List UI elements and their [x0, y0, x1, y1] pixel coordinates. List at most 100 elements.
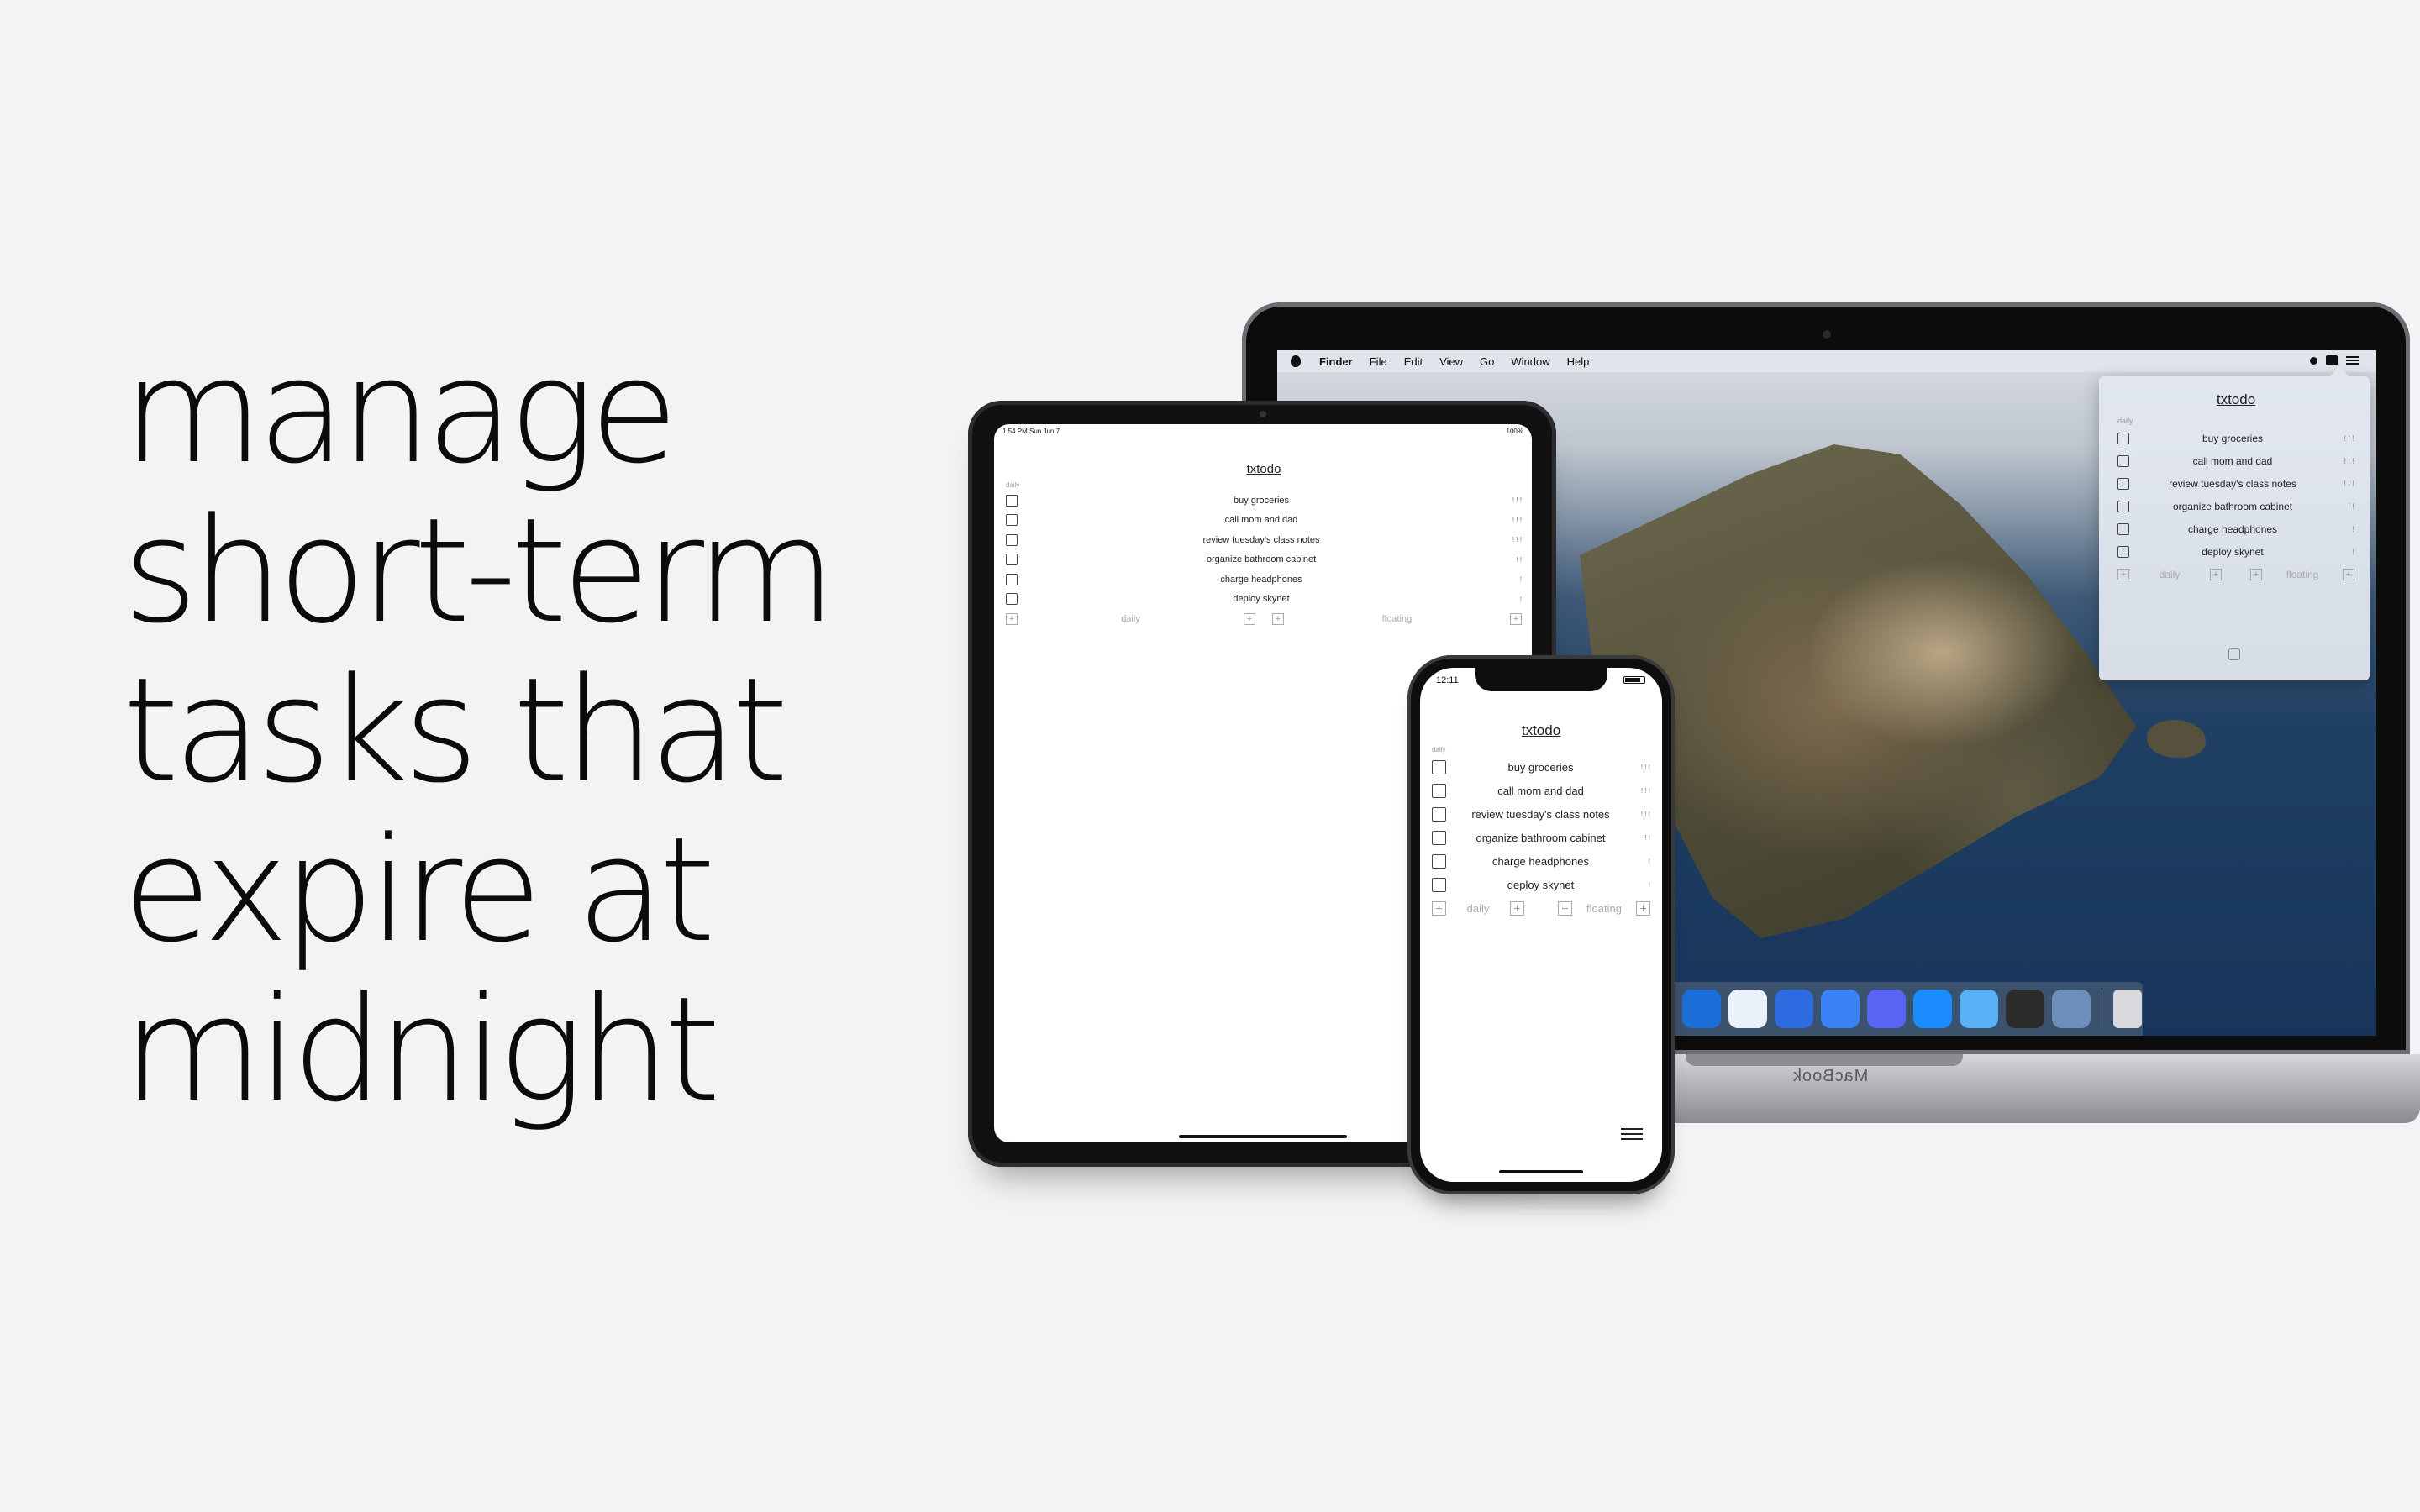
- task-row[interactable]: call mom and dad ! ! !: [1432, 779, 1650, 802]
- task-checkbox[interactable]: [1432, 830, 1446, 845]
- todo-footer: + daily + + floating +: [1006, 609, 1522, 629]
- dock-app-icon[interactable]: [1682, 990, 1721, 1028]
- dock-app-icon[interactable]: [2006, 990, 2044, 1028]
- task-row[interactable]: call mom and dad ! ! !: [1006, 511, 1522, 531]
- add-daily-button[interactable]: +: [1006, 612, 1018, 625]
- task-checkbox[interactable]: [1432, 806, 1446, 822]
- task-checkbox[interactable]: [1006, 514, 1018, 527]
- macbook-lip: [1686, 1054, 1963, 1066]
- add-daily-button[interactable]: +: [1432, 900, 1446, 916]
- task-checkbox[interactable]: [1006, 593, 1018, 606]
- task-row[interactable]: deploy skynet!: [2118, 540, 2354, 563]
- task-label: deploy skynet: [1233, 594, 1290, 605]
- task-checkbox[interactable]: [2118, 500, 2129, 512]
- dock-app-icon[interactable]: [1867, 990, 1906, 1028]
- task-checkbox[interactable]: [1006, 533, 1018, 546]
- task-checkbox[interactable]: [1432, 759, 1446, 774]
- task-label: review tuesday's class notes: [1202, 534, 1320, 545]
- task-priority: ! !: [2348, 501, 2354, 511]
- task-row[interactable]: deploy skynet!: [1006, 590, 1522, 610]
- task-priority: ! !: [1644, 833, 1650, 842]
- footer-floating-label: floating: [2286, 568, 2319, 580]
- dock-app-icon[interactable]: [1960, 990, 1998, 1028]
- headline-line-1: manage: [123, 327, 678, 496]
- mac-menubar: Finder File Edit View Go Window Help: [1277, 350, 2376, 372]
- hamburger-menu-icon[interactable]: [1621, 1128, 1643, 1141]
- task-priority: !: [2352, 524, 2354, 533]
- todo-list-mac: txtodo daily buy groceries! ! ! call mom an…: [2118, 391, 2354, 585]
- menu-edit[interactable]: Edit: [1404, 355, 1423, 368]
- task-row[interactable]: charge headphones!: [1006, 570, 1522, 590]
- headline-line-2: short-term: [123, 486, 837, 655]
- task-checkbox[interactable]: [1432, 853, 1446, 869]
- menu-window[interactable]: Window: [1511, 355, 1549, 368]
- menu-help[interactable]: Help: [1567, 355, 1590, 368]
- add-floating-button[interactable]: +: [1558, 900, 1572, 916]
- control-list-icon[interactable]: [2346, 355, 2360, 365]
- task-row[interactable]: buy groceries ! ! !: [1432, 755, 1650, 779]
- task-checkbox[interactable]: [2118, 522, 2129, 535]
- ipad-camera: [1260, 411, 1266, 417]
- dock-app-icon[interactable]: [1913, 990, 1952, 1028]
- menu-finder[interactable]: Finder: [1319, 355, 1353, 368]
- task-label: call mom and dad: [2192, 454, 2273, 467]
- task-row[interactable]: charge headphones!: [1432, 849, 1650, 873]
- task-label: organize bathroom cabinet: [1206, 554, 1317, 565]
- add-floating-task-icon[interactable]: +: [1636, 900, 1650, 916]
- task-checkbox[interactable]: [2118, 432, 2129, 444]
- task-row[interactable]: review tuesday's class notes ! ! !: [1432, 802, 1650, 826]
- task-row[interactable]: buy groceries ! ! !: [1006, 491, 1522, 511]
- task-row[interactable]: review tuesday's class notes ! ! !: [1006, 530, 1522, 550]
- headline-line-5: midnight: [123, 965, 721, 1134]
- menu-view[interactable]: View: [1439, 355, 1463, 368]
- task-label: deploy skynet: [2202, 545, 2264, 558]
- task-label: buy groceries: [1507, 760, 1574, 774]
- dock-app-icon[interactable]: [2052, 990, 2091, 1028]
- ipad-time: 1:54 PM Sun Jun 7: [1002, 428, 1060, 435]
- task-checkbox[interactable]: [1006, 494, 1018, 507]
- add-daily-task-icon[interactable]: +: [2210, 568, 2222, 580]
- settings-icon[interactable]: [2228, 648, 2240, 660]
- headline-line-3: tasks that: [123, 646, 789, 815]
- apple-menu-icon[interactable]: [1291, 355, 1301, 367]
- add-floating-task-icon[interactable]: +: [1510, 612, 1522, 625]
- task-checkbox[interactable]: [1006, 573, 1018, 585]
- iphone-home-indicator: [1499, 1170, 1583, 1173]
- trash-icon[interactable]: [2113, 990, 2142, 1028]
- menu-file[interactable]: File: [1370, 355, 1387, 368]
- footer-daily-label: daily: [1466, 901, 1490, 915]
- dock-app-icon[interactable]: [1775, 990, 1813, 1028]
- todo-title: txtodo: [2216, 391, 2256, 407]
- dock-app-icon[interactable]: [1728, 990, 1767, 1028]
- task-checkbox[interactable]: [1432, 783, 1446, 798]
- add-daily-task-icon[interactable]: +: [1244, 612, 1255, 625]
- task-checkbox[interactable]: [2118, 454, 2129, 467]
- task-checkbox[interactable]: [2118, 477, 2129, 490]
- task-row[interactable]: call mom and dad ! ! !: [2118, 449, 2354, 472]
- task-row[interactable]: deploy skynet!: [1432, 873, 1650, 896]
- add-daily-button[interactable]: +: [2118, 568, 2129, 580]
- menu-go[interactable]: Go: [1480, 355, 1494, 368]
- add-daily-task-icon[interactable]: +: [1510, 900, 1524, 916]
- section-label-daily: daily: [1432, 746, 1446, 753]
- dock-app-icon[interactable]: [1821, 990, 1860, 1028]
- task-priority: !: [2352, 547, 2354, 556]
- task-priority: !: [1648, 880, 1650, 889]
- task-row[interactable]: charge headphones!: [2118, 517, 2354, 540]
- task-priority: ! ! !: [1512, 516, 1522, 524]
- add-floating-task-icon[interactable]: +: [2343, 568, 2354, 580]
- task-row[interactable]: organize bathroom cabinet ! !: [1006, 550, 1522, 570]
- task-checkbox[interactable]: [2118, 545, 2129, 558]
- status-dot-icon[interactable]: [2310, 356, 2317, 365]
- task-row[interactable]: review tuesday's class notes ! ! !: [2118, 472, 2354, 495]
- add-floating-button[interactable]: +: [2250, 568, 2262, 580]
- task-row[interactable]: organize bathroom cabinet ! !: [2118, 495, 2354, 517]
- task-label: buy groceries: [1233, 495, 1290, 506]
- txtodo-menubar-icon[interactable]: [2326, 355, 2338, 365]
- task-row[interactable]: organize bathroom cabinet ! !: [1432, 826, 1650, 849]
- task-priority: ! ! !: [1512, 496, 1522, 505]
- task-checkbox[interactable]: [1432, 877, 1446, 892]
- task-row[interactable]: buy groceries ! ! !: [2118, 427, 2354, 449]
- add-floating-button[interactable]: +: [1272, 612, 1284, 625]
- task-checkbox[interactable]: [1006, 554, 1018, 566]
